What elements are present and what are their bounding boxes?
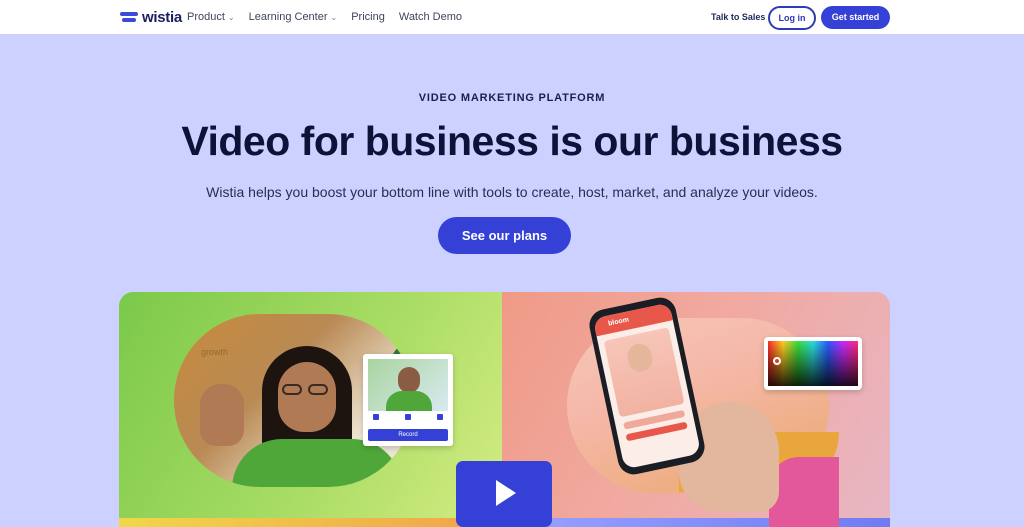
play-button[interactable] — [456, 461, 552, 527]
nav-item-pricing[interactable]: Pricing — [351, 11, 385, 23]
hero-eyebrow: VIDEO MARKETING PLATFORM — [418, 92, 606, 104]
wistia-logo-icon — [120, 11, 138, 24]
camera-icon[interactable] — [437, 414, 443, 420]
nav-item-label: Product — [187, 11, 225, 23]
wistia-logo[interactable]: wistia — [120, 9, 182, 26]
user-icon[interactable] — [373, 414, 379, 420]
nav-menu: Product ⌄ Learning Center ⌄ Pricing Watc… — [187, 11, 462, 23]
play-icon — [496, 480, 516, 506]
nav-item-label: Watch Demo — [398, 11, 463, 23]
nav-item-learning-center[interactable]: Learning Center ⌄ — [249, 11, 338, 23]
hero-left-panel: growth Record — [119, 292, 502, 527]
login-button[interactable]: Log in — [768, 6, 816, 30]
nav-item-product[interactable]: Product ⌄ — [187, 11, 235, 23]
screen-icon[interactable] — [405, 414, 411, 420]
get-started-button[interactable]: Get started — [821, 6, 890, 29]
talk-to-sales-link[interactable]: Talk to Sales — [711, 12, 765, 22]
chevron-down-icon: ⌄ — [330, 12, 338, 22]
logo-text: wistia — [142, 9, 182, 26]
chevron-down-icon: ⌄ — [227, 12, 235, 22]
hero-headline: Video for business is our business — [181, 118, 843, 164]
top-navigation: wistia Product ⌄ Learning Center ⌄ Prici… — [0, 0, 1024, 34]
color-gradient[interactable] — [768, 341, 858, 386]
hero-subtitle: Wistia helps you boost your bottom line … — [206, 184, 818, 200]
color-picker — [764, 337, 862, 390]
nav-item-label: Pricing — [351, 11, 385, 23]
phone-brand-label: bloom — [607, 316, 630, 328]
record-button[interactable]: Record — [368, 429, 448, 441]
record-widget: Record — [363, 354, 453, 446]
see-our-plans-button[interactable]: See our plans — [438, 217, 571, 254]
wall-text: growth — [201, 347, 229, 357]
nav-item-watch-demo[interactable]: Watch Demo — [399, 11, 462, 23]
nav-item-label: Learning Center — [248, 11, 328, 23]
color-picker-handle[interactable] — [773, 357, 781, 365]
record-toolbar — [373, 414, 443, 422]
record-preview-thumbnail — [368, 359, 448, 411]
